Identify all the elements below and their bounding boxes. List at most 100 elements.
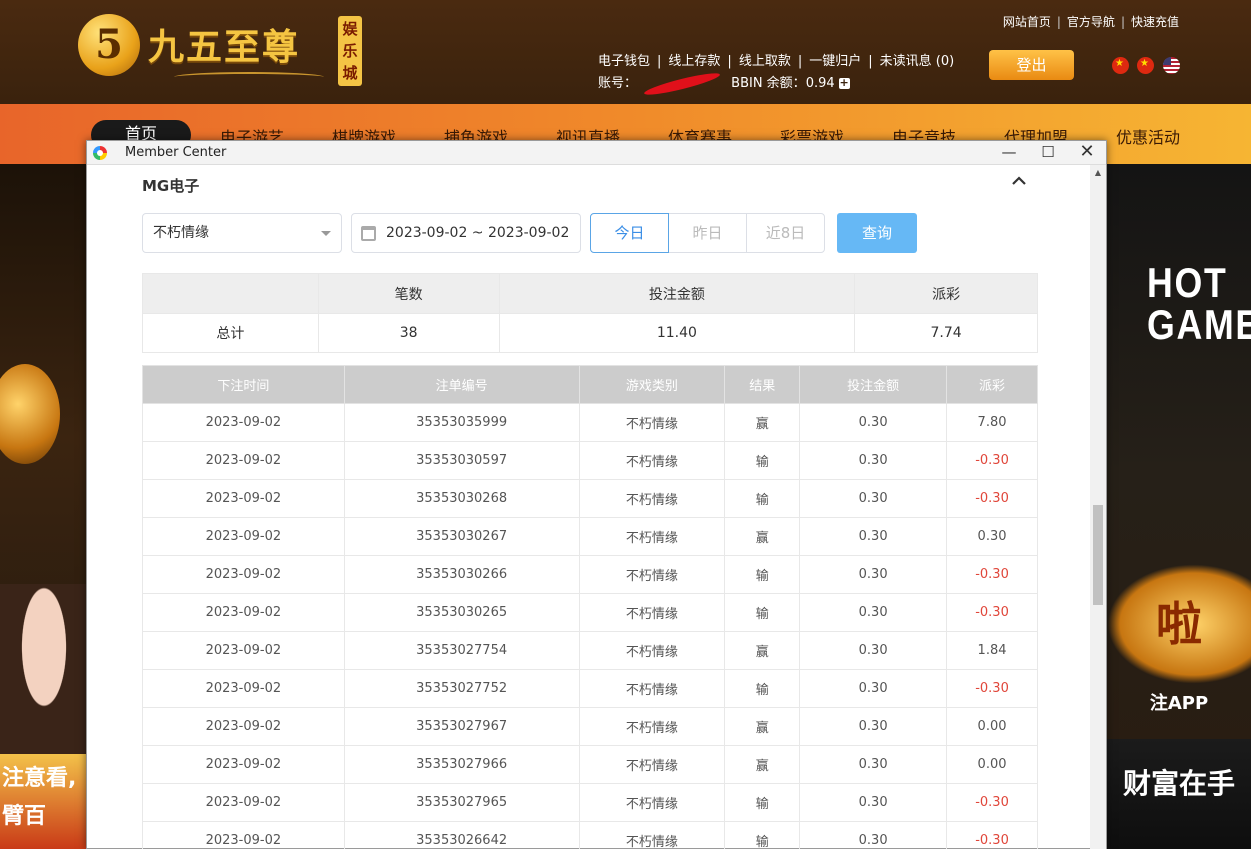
table-cell: 2023-09-02 xyxy=(142,783,345,822)
table-cell: 输 xyxy=(724,593,801,632)
today-button[interactable]: 今日 xyxy=(590,213,669,253)
table-row: 2023-09-02 35353030266 不朽情缘输 0.30 -0.30 xyxy=(142,555,1038,594)
left-promo-text: 注意看, 臂百 xyxy=(0,754,88,849)
records-header: 注单编号 xyxy=(343,365,580,404)
summary-cell: 7.74 xyxy=(854,313,1038,353)
logo-text: 九五至尊 xyxy=(148,26,301,68)
balance-label: BBIN 余额： xyxy=(731,76,806,91)
summary-cell: 11.40 xyxy=(498,313,856,353)
minimize-button[interactable]: — xyxy=(990,141,1028,165)
table-row: 2023-09-02 35353030268 不朽情缘输 0.30 -0.30 xyxy=(142,479,1038,518)
scroll-up-arrow-icon[interactable]: ▲ xyxy=(1090,165,1106,181)
table-cell: 输 xyxy=(724,441,801,480)
table-cell: 2023-09-02 xyxy=(142,517,345,556)
last-8-days-button[interactable]: 近8日 xyxy=(746,213,825,253)
table-cell: 2023-09-02 xyxy=(142,669,345,708)
table-cell: 1.84 xyxy=(946,631,1038,670)
table-cell: -0.30 xyxy=(946,479,1038,518)
table-cell: 0.30 xyxy=(799,441,948,480)
yesterday-button[interactable]: 昨日 xyxy=(668,213,747,253)
table-cell: 输 xyxy=(724,479,801,518)
link-consolidate[interactable]: 一键归户 xyxy=(809,54,861,69)
table-cell: 不朽情缘 xyxy=(578,441,726,480)
table-cell: 35353027967 xyxy=(343,707,580,746)
table-cell: 不朽情缘 xyxy=(578,745,726,784)
right-banner: HOT GAME 啦 注APP 财富在手 xyxy=(1107,164,1251,849)
table-cell: -0.30 xyxy=(946,783,1038,822)
table-row: 2023-09-02 35353027967 不朽情缘赢 0.30 0.00 xyxy=(142,707,1038,746)
logo-ornament xyxy=(174,72,324,82)
chevron-up-icon[interactable] xyxy=(1011,173,1027,189)
table-cell: 0.30 xyxy=(799,821,948,849)
model-portrait xyxy=(0,584,88,764)
table-cell: 赢 xyxy=(724,745,801,784)
table-cell: 不朽情缘 xyxy=(578,593,726,632)
summary-table: 笔数 投注金额 派彩 总计 38 11.40 7.74 xyxy=(142,273,1038,353)
hk-flag-icon[interactable] xyxy=(1112,57,1129,74)
account-info: 账号： BBIN 余额：0.94 + xyxy=(598,69,850,98)
date-range-value: 2023-09-02 ~ 2023-09-02 xyxy=(386,225,570,241)
table-row: 2023-09-02 35353027754 不朽情缘赢 0.30 1.84 xyxy=(142,631,1038,670)
app-text: 注APP xyxy=(1149,693,1209,714)
la-badge: 啦 xyxy=(1107,564,1251,684)
us-flag-icon[interactable] xyxy=(1163,57,1180,74)
table-cell: 35353027965 xyxy=(343,783,580,822)
link-official-nav[interactable]: 官方导航 xyxy=(1067,15,1115,29)
game-select[interactable]: 不朽情缘 xyxy=(142,213,342,253)
records-header: 派彩 xyxy=(946,365,1038,404)
table-cell: 输 xyxy=(724,555,801,594)
table-cell: 赢 xyxy=(724,517,801,556)
logout-button[interactable]: 登出 xyxy=(989,50,1074,80)
link-home[interactable]: 网站首页 xyxy=(1003,15,1051,29)
logo-emblem: 5 xyxy=(78,14,140,76)
window-titlebar[interactable]: Member Center — ☐ ✕ xyxy=(87,141,1106,165)
window-content: MG电子 不朽情缘 2023-09-02 ~ 2023-09-02 今日 昨日 … xyxy=(87,165,1090,849)
site-logo[interactable]: 5 九五至尊 娱乐城 xyxy=(78,14,368,90)
table-cell: 0.30 xyxy=(799,403,948,442)
table-cell: 2023-09-02 xyxy=(142,707,345,746)
link-wallet[interactable]: 电子钱包 xyxy=(598,54,650,69)
balance-value: 0.94 xyxy=(805,76,835,91)
scrollbar-thumb[interactable] xyxy=(1093,505,1103,605)
site-header: 5 九五至尊 娱乐城 网站首页 | 官方导航 | 快速充值 电子钱包 | 线上存款 | 线上取款… xyxy=(0,0,1251,104)
table-cell: 2023-09-02 xyxy=(142,593,345,632)
close-button[interactable]: ✕ xyxy=(1068,141,1106,165)
table-cell: 不朽情缘 xyxy=(578,821,726,849)
left-banner: 注意看, 臂百 xyxy=(0,164,88,849)
bet-records-table: 下注时间 注单编号 游戏类别 结果 投注金额 派彩 2023-09-02 3535… xyxy=(142,365,1038,849)
maximize-button[interactable]: ☐ xyxy=(1029,141,1067,165)
table-cell: 0.30 xyxy=(799,707,948,746)
table-cell: 0.30 xyxy=(799,745,948,784)
redaction-mark xyxy=(642,69,722,98)
date-range-picker[interactable]: 2023-09-02 ~ 2023-09-02 xyxy=(351,213,581,253)
vertical-scrollbar[interactable]: ▲ xyxy=(1090,165,1106,849)
table-cell: 不朽情缘 xyxy=(578,403,726,442)
cn-flag-icon[interactable] xyxy=(1137,57,1154,74)
table-cell: 2023-09-02 xyxy=(142,441,345,480)
hot-game-text: HOT GAME xyxy=(1147,259,1251,348)
table-cell: 0.30 xyxy=(946,517,1038,556)
records-header: 结果 xyxy=(724,365,801,404)
query-button[interactable]: 查询 xyxy=(837,213,917,253)
records-header: 投注金额 xyxy=(799,365,948,404)
app-icon xyxy=(93,146,107,160)
table-cell: 35353027966 xyxy=(343,745,580,784)
table-cell: 0.30 xyxy=(799,555,948,594)
table-cell: 35353027754 xyxy=(343,631,580,670)
link-withdraw[interactable]: 线上取款 xyxy=(739,54,791,69)
link-deposit[interactable]: 线上存款 xyxy=(668,54,720,69)
table-cell: 2023-09-02 xyxy=(142,821,345,849)
link-messages[interactable]: 未读讯息 (0) xyxy=(880,54,955,69)
table-cell: 35353030266 xyxy=(343,555,580,594)
table-cell: 35353030267 xyxy=(343,517,580,556)
summary-row: 总计 38 11.40 7.74 xyxy=(142,313,1038,353)
table-cell: 2023-09-02 xyxy=(142,631,345,670)
table-cell: 赢 xyxy=(724,403,801,442)
table-cell: 7.80 xyxy=(946,403,1038,442)
records-header: 下注时间 xyxy=(142,365,345,404)
table-cell: 输 xyxy=(724,669,801,708)
summary-header: 笔数 xyxy=(317,273,500,314)
nav-item-promotions[interactable]: 优惠活动 xyxy=(1116,124,1180,148)
plus-icon[interactable]: + xyxy=(838,77,850,89)
link-quick-recharge[interactable]: 快速充值 xyxy=(1131,15,1179,29)
